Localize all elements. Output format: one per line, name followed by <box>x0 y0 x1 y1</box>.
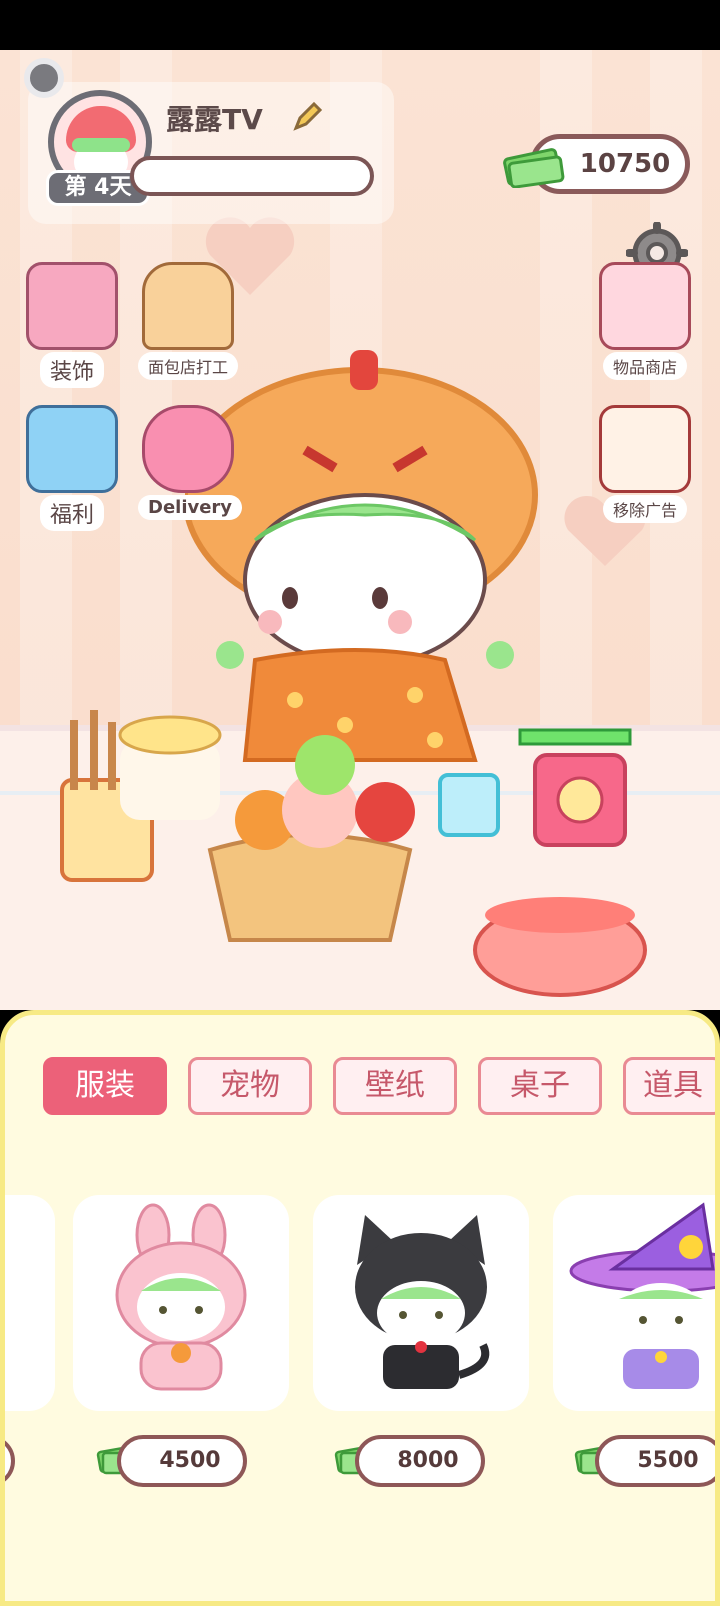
bread-icon <box>142 262 234 350</box>
item-card[interactable] <box>553 1195 715 1411</box>
item-shop-button[interactable]: 物品商店 <box>595 262 695 380</box>
pink-bunny-outfit <box>115 1203 247 1391</box>
edit-pencil-icon[interactable] <box>290 100 324 134</box>
item-shop-label: 物品商店 <box>602 352 687 380</box>
decor-label: 装饰 <box>39 352 104 388</box>
item-card[interactable] <box>73 1195 289 1411</box>
tab-props[interactable]: 道具 <box>623 1057 715 1115</box>
category-tabs: 服装 宠物 壁纸 桌子 道具 <box>43 1057 715 1119</box>
bakery-job-label: 面包店打工 <box>138 352 238 380</box>
delivery-button[interactable]: Delivery <box>138 405 243 520</box>
status-bar <box>0 0 720 50</box>
clapperboard-icon <box>599 405 691 493</box>
bakery-job-button[interactable]: 面包店打工 <box>138 262 238 380</box>
tab-pets[interactable]: 宠物 <box>188 1057 312 1115</box>
purple-witch-outfit <box>569 1202 715 1389</box>
item-card[interactable] <box>313 1195 529 1411</box>
player-name[interactable]: 露露TV <box>166 98 263 138</box>
remove-ads-button[interactable]: 移除广告 <box>595 405 695 523</box>
game-scene[interactable]: 第 4天 露露TV 10750 装饰 面包店打工 福利 Delivery 物品商… <box>0 50 720 1010</box>
tab-clothing[interactable]: 服装 <box>43 1057 167 1115</box>
decor-button[interactable]: 装饰 <box>22 262 122 388</box>
welfare-label: 福利 <box>39 495 104 531</box>
price-label: 5500 <box>595 1435 715 1487</box>
tab-tables[interactable]: 桌子 <box>478 1057 602 1115</box>
delivery-label: Delivery <box>138 495 243 520</box>
shop-panel: 服装 宠物 壁纸 桌子 道具 4500 8000 5500 <box>0 1010 720 1606</box>
decor-icon <box>26 262 118 350</box>
welfare-button[interactable]: 福利 <box>22 405 122 531</box>
counter-props <box>60 710 647 997</box>
shop-stall-icon <box>599 262 691 350</box>
black-cat-outfit <box>355 1215 490 1389</box>
tab-wallpaper[interactable]: 壁纸 <box>333 1057 457 1115</box>
price-label: 8000 <box>355 1435 485 1487</box>
gift-box-icon <box>26 405 118 493</box>
price-label: 4500 <box>117 1435 247 1487</box>
item-card-partial[interactable] <box>5 1195 55 1411</box>
scooter-icon <box>142 405 234 493</box>
cash-stack-icon <box>503 148 565 188</box>
remove-ads-label: 移除广告 <box>602 495 687 523</box>
toggle-button[interactable] <box>24 58 64 98</box>
experience-progress-bar <box>130 156 374 196</box>
price-pill-partial <box>5 1435 15 1487</box>
